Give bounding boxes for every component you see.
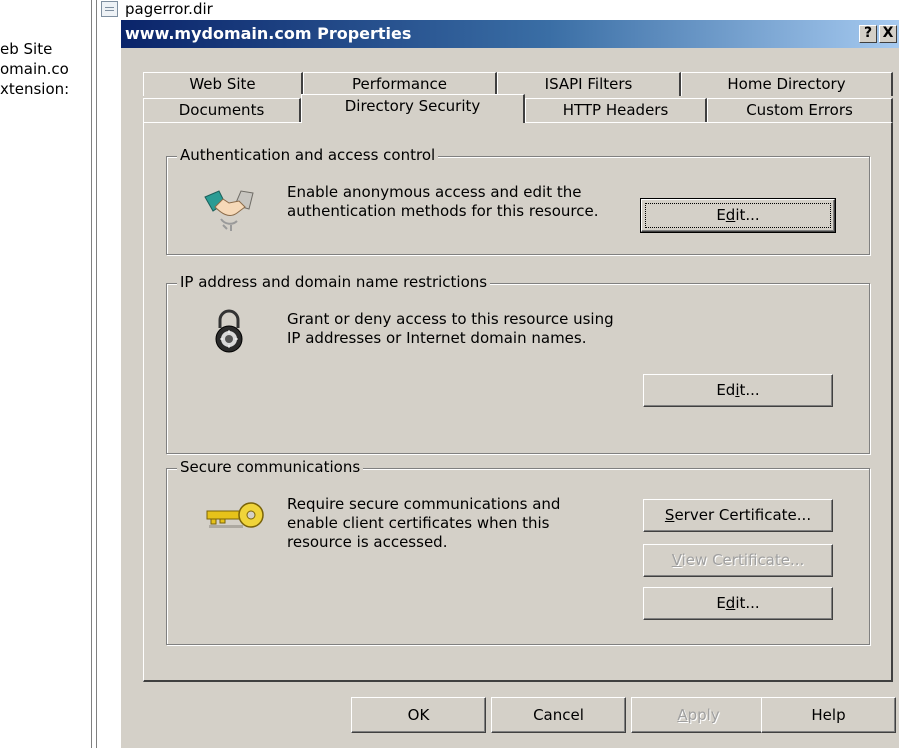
dialog-titlebar[interactable]: www.mydomain.com Properties ? X	[121, 20, 899, 48]
tab-performance[interactable]: Performance	[303, 72, 497, 96]
secure-legend: Secure communications	[177, 458, 364, 476]
ip-desc-line2: IP addresses or Internet domain names.	[287, 329, 587, 347]
ip-legend: IP address and domain name restrictions	[177, 273, 491, 291]
auth-legend: Authentication and access control	[177, 146, 439, 164]
server-certificate-button[interactable]: Server Certificate...	[643, 499, 833, 532]
tab-home-directory[interactable]: Home Directory	[681, 72, 893, 96]
properties-dialog: www.mydomain.com Properties ? X Web Site…	[120, 20, 899, 748]
tree-item-domain[interactable]: omain.co	[0, 60, 69, 78]
apply-button: Apply	[631, 697, 766, 733]
ip-desc-line1: Grant or deny access to this resource us…	[287, 310, 614, 328]
auth-edit-label-key: d	[725, 206, 736, 224]
tree-item-extensions[interactable]: xtension:	[0, 80, 69, 98]
apply-label-key: A	[677, 706, 688, 724]
tab-http-headers[interactable]: HTTP Headers	[525, 98, 707, 122]
pane-splitter[interactable]	[91, 0, 97, 748]
ip-edit-label-pre: Ed	[716, 381, 736, 399]
secure-group: Secure communications Require secure com…	[166, 458, 870, 645]
secure-edit-label-pre: E	[716, 594, 726, 612]
file-icon	[101, 1, 118, 17]
ip-edit-label-post: t...	[739, 381, 760, 399]
apply-label-post: pply	[687, 706, 720, 724]
help-button[interactable]: Help	[761, 697, 896, 733]
view-cert-label-post: iew Certificate...	[681, 551, 805, 569]
ip-edit-button[interactable]: Edit...	[643, 374, 833, 407]
secure-edit-label-post: it...	[735, 594, 760, 612]
key-icon	[206, 502, 264, 528]
secure-edit-label-key: d	[725, 594, 736, 612]
server-cert-label-post: erver Certificate...	[674, 506, 812, 524]
view-certificate-button: View Certificate...	[643, 544, 833, 577]
tab-panel-directory-security: Authentication and access control Enable…	[143, 122, 893, 682]
cancel-button[interactable]: Cancel	[491, 697, 626, 733]
auth-desc-line1: Enable anonymous access and edit the	[287, 183, 582, 201]
secure-desc-line3: resource is accessed.	[287, 533, 448, 551]
close-icon[interactable]: X	[879, 25, 897, 43]
ok-button[interactable]: OK	[351, 697, 486, 733]
tab-directory-security[interactable]: Directory Security	[301, 94, 525, 123]
ip-group: IP address and domain name restrictions …	[166, 273, 870, 454]
secure-desc-line1: Require secure communications and	[287, 495, 561, 513]
auth-edit-label-post: it...	[735, 206, 760, 224]
view-cert-label-key: V	[671, 551, 682, 569]
server-cert-label-key: S	[664, 506, 675, 524]
tree-item-web-site[interactable]: eb Site	[0, 40, 52, 58]
handshake-icon	[204, 190, 254, 231]
tab-isapi-filters[interactable]: ISAPI Filters	[497, 72, 681, 96]
secure-edit-button[interactable]: Edit...	[643, 587, 833, 620]
file-list-item[interactable]: pagerror.dir	[125, 0, 213, 18]
auth-group: Authentication and access control Enable…	[166, 146, 870, 255]
auth-desc-line2: authentication methods for this resource…	[287, 202, 599, 220]
tab-custom-errors[interactable]: Custom Errors	[707, 98, 893, 122]
padlock-icon	[215, 309, 243, 353]
tab-documents[interactable]: Documents	[143, 98, 301, 122]
tab-web-site[interactable]: Web Site	[143, 72, 303, 96]
secure-desc-line2: enable client certificates when this	[287, 514, 550, 532]
dialog-title: www.mydomain.com Properties	[125, 24, 412, 43]
mmc-tree-pane: eb Site omain.co xtension:	[0, 0, 92, 748]
auth-edit-label-pre: E	[716, 206, 726, 224]
help-icon[interactable]: ?	[859, 25, 877, 43]
auth-edit-button[interactable]: Edit...	[640, 198, 836, 233]
